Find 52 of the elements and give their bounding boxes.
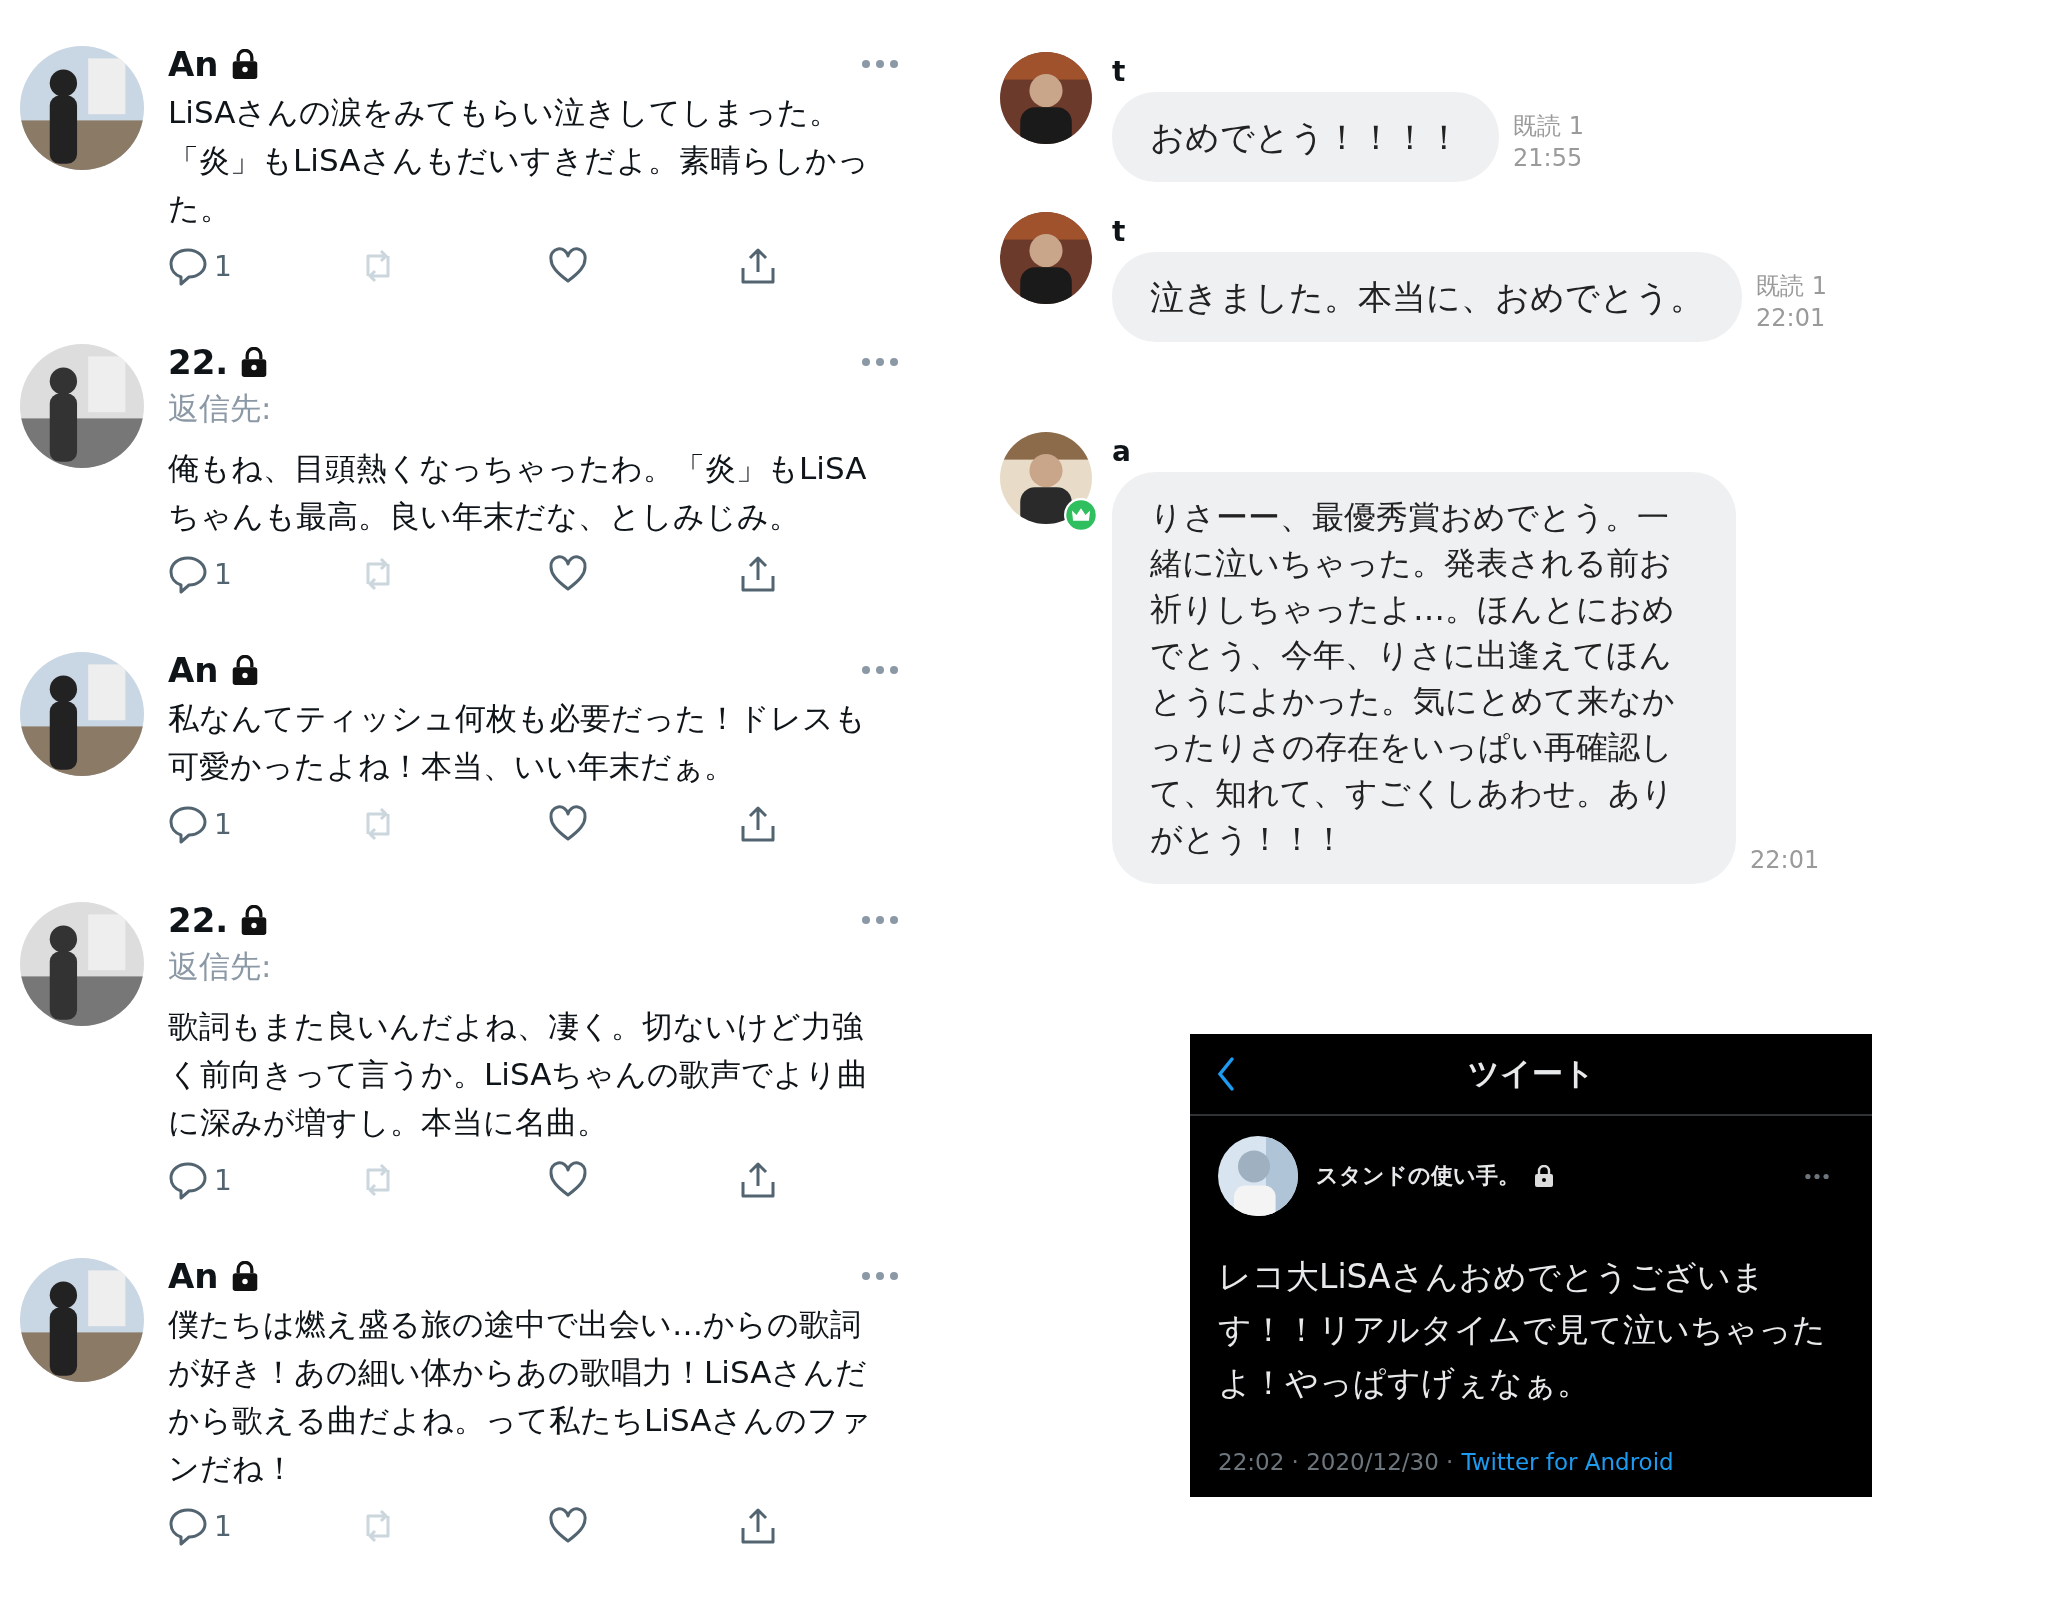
reply-to-label: 返信先: bbox=[168, 389, 273, 428]
tweet-text: 俺もね、目頭熱くなっちゃったわ。「炎」もLiSAちゃんも最高。良い年末だな、としみじみ。 bbox=[168, 449, 868, 536]
sender-name: t bbox=[1112, 54, 1127, 90]
user-name: スタンドの使い手。 bbox=[1316, 1162, 1520, 1190]
more-icon[interactable] bbox=[860, 59, 900, 69]
tweet-timestamp: 22:02 · 2020/12/30 · bbox=[1218, 1449, 1454, 1475]
more-icon[interactable] bbox=[860, 1271, 900, 1281]
tweet-text: LiSAさんの涙をみてもらい泣きしてしまった。「炎」もLiSAさんもだいすきだよ。素晴らしかった。 bbox=[168, 93, 871, 228]
source-link[interactable]: Twitter for Android bbox=[1461, 1449, 1674, 1475]
user-name: 22. bbox=[168, 342, 229, 382]
user-name: An bbox=[168, 650, 219, 690]
sender-name: t bbox=[1112, 214, 1127, 250]
reply-to-label: 返信先: bbox=[168, 947, 273, 986]
reply-count: 1 bbox=[214, 249, 232, 283]
reply-count: 1 bbox=[214, 557, 232, 591]
more-icon[interactable] bbox=[860, 915, 900, 925]
crown-badge-icon bbox=[1064, 498, 1098, 532]
message-bubble: おめでとう！！！！ bbox=[1112, 92, 1499, 182]
message-time: 22:01 bbox=[1756, 303, 1827, 334]
message-time: 22:01 bbox=[1750, 845, 1820, 876]
more-icon[interactable] bbox=[1804, 1172, 1830, 1180]
tweet-text: レコ大LiSAさんおめでとうございます！！リアルタイムで見て泣いちゃったよ！やっぱすげぇなぁ。 bbox=[1218, 1256, 1827, 1404]
lock-icon bbox=[230, 655, 259, 685]
tweet-text: 僕たちは燃え盛る旅の途中で出会い…からの歌詞が好き！あの細い体からあの歌唱力！LiSAさんだから歌える曲だよね。って私たちLiSAさんのファンだね！ bbox=[168, 1305, 873, 1488]
lock-icon bbox=[240, 905, 269, 935]
tweet-text: 私なんてティッシュ何枚も必要だった！ドレスも可愛かったよね！本当、いい年末だぁ。 bbox=[168, 699, 867, 786]
user-name: An bbox=[168, 44, 219, 84]
reply-icon[interactable] bbox=[168, 804, 208, 844]
screen-title: ツイート bbox=[1467, 1054, 1595, 1093]
more-icon[interactable] bbox=[860, 357, 900, 367]
back-icon[interactable] bbox=[1216, 1056, 1236, 1092]
reply-icon[interactable] bbox=[168, 246, 208, 286]
more-icon[interactable] bbox=[860, 665, 900, 675]
reply-count: 1 bbox=[214, 1163, 232, 1197]
reply-count: 1 bbox=[214, 1509, 232, 1543]
reply-icon[interactable] bbox=[168, 1506, 208, 1546]
reply-icon[interactable] bbox=[168, 554, 208, 594]
user-name: An bbox=[168, 1256, 219, 1296]
read-receipt: 既読 1 bbox=[1513, 111, 1584, 142]
read-receipt: 既読 1 bbox=[1756, 271, 1827, 302]
sender-name: a bbox=[1112, 434, 1132, 470]
lock-icon bbox=[230, 1261, 259, 1291]
reply-count: 1 bbox=[214, 807, 232, 841]
message-bubble: 泣きました。本当に、おめでとう。 bbox=[1112, 252, 1742, 342]
user-name: 22. bbox=[168, 900, 229, 940]
reply-icon[interactable] bbox=[168, 1160, 208, 1200]
tweet-text: 歌詞もまた良いんだよね、凄く。切ないけど力強く前向きって言うか。LiSAちゃんの歌声でより曲に深みが増すし。本当に名曲。 bbox=[168, 1007, 870, 1142]
message-bubble: りさーー、最優秀賞おめでとう。一緒に泣いちゃった。発表される前お祈りしちゃったよ…。ほんとにおめでとう、今年、りさに出逢えてほんとうによかった。気にとめて来なかったりさの存在をいっぱい再確認して、知れて、すごくしあわせ。ありがとう！！！ bbox=[1112, 472, 1736, 884]
lock-icon bbox=[230, 49, 259, 79]
lock-icon bbox=[1534, 1165, 1554, 1187]
lock-icon bbox=[240, 347, 269, 377]
message-time: 21:55 bbox=[1513, 143, 1584, 174]
